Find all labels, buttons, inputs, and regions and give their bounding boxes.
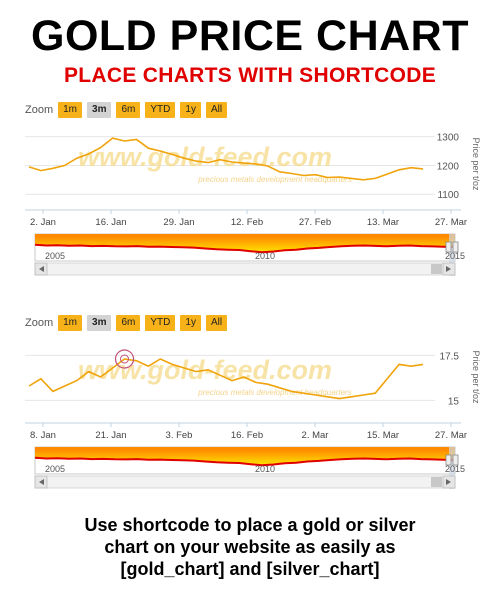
y-tick-label: 1300 <box>437 133 460 144</box>
x-tick-label: 2. Mar <box>302 430 329 441</box>
scrollbar-thumb[interactable] <box>431 264 442 274</box>
x-tick-label: 16. Jan <box>95 217 126 228</box>
watermark-tagline: precious metals development headquarters <box>197 388 351 397</box>
y-axis-title: Price per t/oz <box>471 350 481 404</box>
x-tick-label: 21. Jan <box>95 430 126 441</box>
footer-line-1: Use shortcode to place a gold or silver <box>84 515 416 535</box>
silver-chart-svg: 17.515www.gold-feed.comprecious metals d… <box>25 349 481 489</box>
x-tick-label: 27. Mar <box>435 430 467 441</box>
x-tick-label: 12. Feb <box>231 217 263 228</box>
navigator-top-band <box>35 234 455 237</box>
gold-chart-svg: 1300 1200 1100 www.gold-feed.com precious me… <box>25 133 481 276</box>
x-tick-label: 3. Feb <box>166 430 193 441</box>
navigator-year-label: 2005 <box>45 251 65 261</box>
watermark-text: www.gold-feed.com <box>78 142 332 172</box>
x-tick-label: 15. Mar <box>367 430 399 441</box>
navigator-year-label: 2015 <box>445 464 465 474</box>
silver-chart-panel: Zoom 1m 3m 6m YTD 1y All 17.5 15 www.gold-… <box>25 313 481 498</box>
x-tick-label: 29. Jan <box>163 217 194 228</box>
y-axis-title: Price per t/oz <box>471 137 481 191</box>
y-tick-label: 1100 <box>437 190 459 201</box>
x-tick-label: 27. Mar <box>435 217 467 228</box>
footer-line-3: [gold_chart] and [silver_chart] <box>120 559 380 579</box>
watermark-tagline: precious metals development headquarters <box>197 175 351 184</box>
page-title: GOLD PRICE CHART <box>31 12 469 60</box>
y-tick-label: 15 <box>448 396 460 407</box>
gold-chart-panel: Zoom 1m 3m 6m YTD 1y All 1300 1200 1100 www… <box>25 100 481 285</box>
navigator-year-label: 2010 <box>255 464 275 474</box>
scrollbar-thumb[interactable] <box>431 477 442 487</box>
scrollbar-track[interactable] <box>34 262 456 276</box>
x-tick-label: 2. Jan <box>30 217 56 228</box>
navigator-year-label: 2015 <box>445 251 465 261</box>
x-tick-label: 13. Mar <box>367 217 399 228</box>
scrollbar-track[interactable] <box>34 475 456 489</box>
y-tick-label: 17.5 <box>440 351 460 362</box>
page-subtitle: PLACE CHARTS WITH SHORTCODE <box>63 64 437 87</box>
navigator-year-label: 2010 <box>255 251 275 261</box>
y-tick-label: 1200 <box>437 161 460 172</box>
x-tick-label: 8. Jan <box>30 430 56 441</box>
footer-text: Use shortcode to place a gold or silver … <box>0 514 500 580</box>
footer-line-2: chart on your website as easily as <box>104 537 396 557</box>
x-tick-label: 16. Feb <box>231 430 263 441</box>
navigator-top-band <box>35 447 455 450</box>
navigator-year-label: 2005 <box>45 464 65 474</box>
x-tick-label: 27. Feb <box>299 217 331 228</box>
